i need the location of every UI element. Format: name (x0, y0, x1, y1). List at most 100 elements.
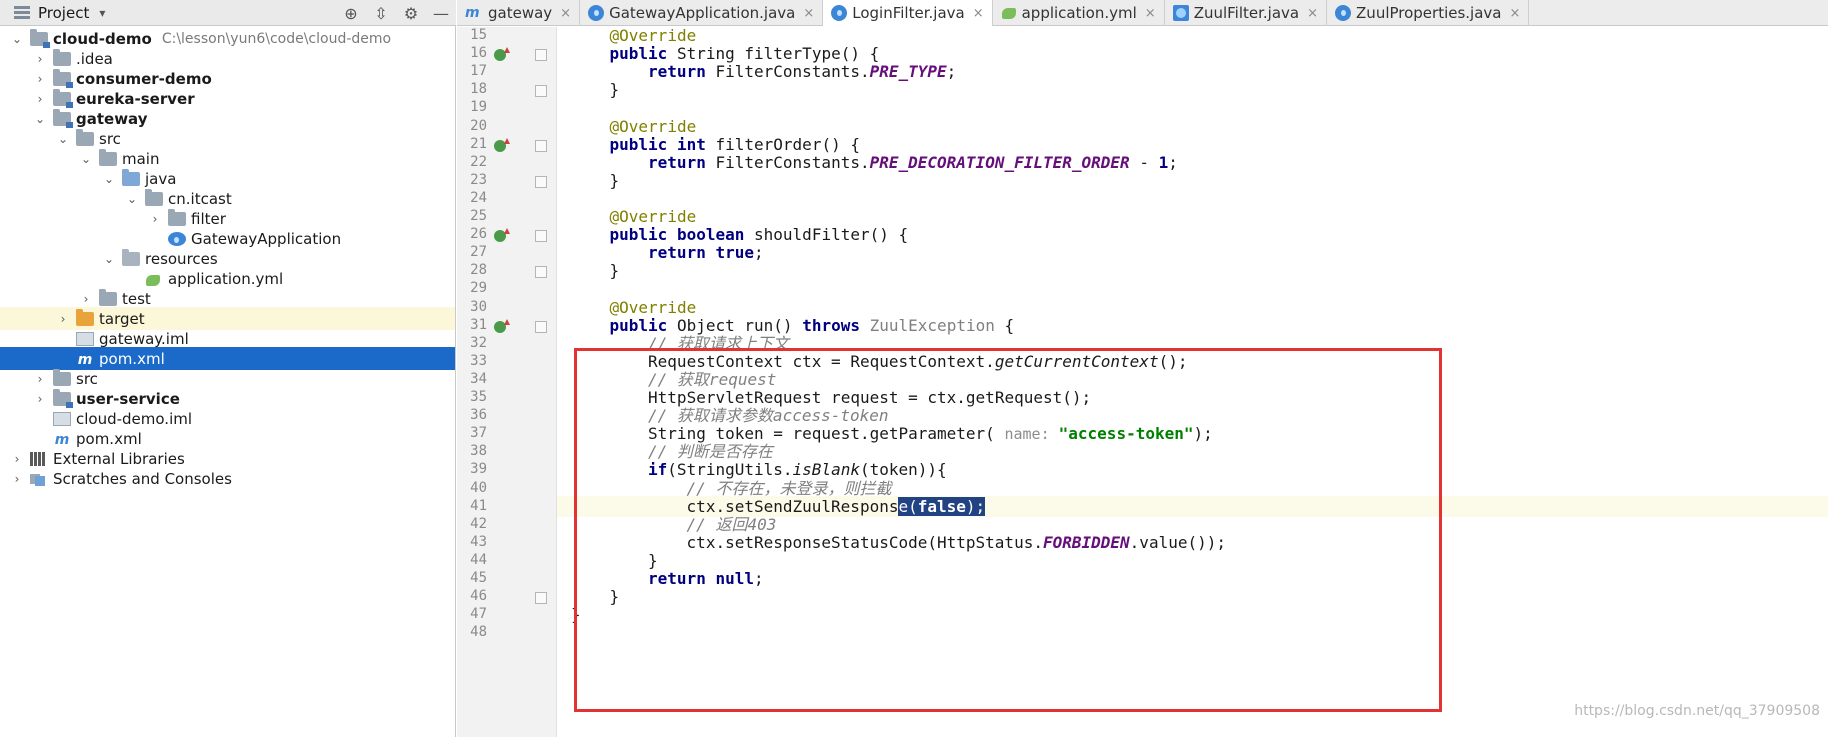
yaml-file-icon (1001, 5, 1017, 21)
java-class-icon (1335, 5, 1352, 21)
chevron-right-icon[interactable]: › (33, 392, 47, 406)
close-icon[interactable]: × (1145, 6, 1156, 21)
project-path: C:\lesson\yun6\code\cloud-demo (161, 30, 392, 47)
chevron-right-icon[interactable]: › (33, 92, 47, 106)
folder-icon (53, 368, 71, 386)
java-class-icon (168, 231, 186, 246)
collapse-all-icon[interactable]: ⇳ (366, 4, 396, 23)
java-class-icon (588, 5, 605, 21)
minimize-icon[interactable]: — (426, 4, 456, 23)
close-icon[interactable]: × (1510, 6, 1521, 21)
chevron-down-icon[interactable]: ⌄ (10, 32, 24, 46)
tree-item-label: user-service (76, 389, 180, 408)
override-method-icon[interactable] (494, 47, 510, 62)
line-number: 48 (470, 624, 487, 641)
chevron-right-icon[interactable]: › (10, 472, 24, 486)
watermark: https://blog.csdn.net/qq_37909508 (1574, 703, 1820, 719)
source-folder-icon (122, 168, 140, 186)
tree-item-label: target (99, 309, 145, 328)
chevron-down-icon[interactable]: ⌄ (102, 252, 116, 266)
module-folder-icon (53, 88, 73, 108)
yaml-file-icon (145, 272, 163, 286)
tree-item-label: GatewayApplication (191, 229, 342, 248)
chevron-down-icon[interactable]: ⌄ (102, 172, 116, 186)
chevron-right-icon[interactable]: › (33, 372, 47, 386)
locate-target-icon[interactable]: ⊕ (336, 4, 366, 23)
folder-icon (76, 128, 94, 146)
code-token: FilterConstants. (715, 152, 870, 172)
tree-item-label: pom.xml (76, 429, 142, 448)
code-token: return true (648, 243, 754, 263)
code-token: } (571, 605, 581, 625)
project-panel-title[interactable]: Project (38, 4, 89, 22)
chevron-right-icon[interactable]: › (33, 52, 47, 66)
code-token: getCurrentContext (994, 351, 1159, 371)
chevron-down-icon[interactable]: ⌄ (56, 132, 70, 146)
fold-marker-icon[interactable] (535, 320, 547, 333)
code-token: } (609, 261, 620, 281)
tab-label: gateway (488, 4, 553, 22)
tab-application-yml[interactable]: application.yml × (993, 0, 1165, 26)
module-folder-icon (53, 68, 73, 88)
tree-item-label: gateway.iml (99, 329, 189, 348)
chevron-right-icon[interactable]: › (148, 212, 162, 226)
chevron-down-icon[interactable]: ⌄ (125, 192, 139, 206)
close-icon[interactable]: × (1307, 6, 1318, 21)
override-method-icon[interactable] (494, 318, 510, 333)
fold-marker-icon[interactable] (535, 592, 547, 605)
tree-item-label: .idea (76, 49, 113, 68)
override-method-icon[interactable] (494, 228, 510, 243)
chevron-down-icon[interactable]: ⌄ (79, 152, 93, 166)
chevron-right-icon[interactable]: › (33, 72, 47, 86)
tree-item-label: java (145, 169, 177, 188)
chevron-right-icon[interactable]: › (79, 292, 93, 306)
code-token: ; (946, 62, 957, 82)
code-editor[interactable]: 15 16 17 18 19 20 21 22 23 24 25 26 27 28 29 30 31 32 33 34… (457, 26, 1828, 737)
code-token: } (609, 170, 620, 190)
chevron-down-icon[interactable]: ▾ (99, 6, 105, 20)
fold-marker-icon[interactable] (535, 230, 547, 243)
module-folder-icon (53, 388, 73, 408)
tab-gatewayapplication-java[interactable]: GatewayApplication.java × (580, 0, 824, 26)
override-method-icon[interactable] (494, 137, 510, 152)
chevron-down-icon[interactable]: ⌄ (33, 112, 47, 126)
fold-marker-icon[interactable] (535, 175, 547, 188)
tree-item-label: Scratches and Consoles (53, 469, 232, 488)
code-area[interactable]: @Override public String filterType() {ret… (557, 26, 1828, 737)
chevron-right-icon[interactable]: › (10, 452, 24, 466)
close-icon[interactable]: × (560, 6, 571, 21)
code-token: PRE_DECORATION_FILTER_ORDER (869, 152, 1130, 172)
close-icon[interactable]: × (803, 6, 814, 21)
tab-loginfilter-java[interactable]: LoginFilter.java × (823, 0, 993, 26)
code-token: return null (648, 569, 754, 588)
code-token: } (609, 80, 620, 100)
code-line[interactable]: return FilterConstants.PRE_DECORATION_FI… (557, 152, 1178, 173)
code-line[interactable] (557, 622, 571, 643)
close-icon[interactable]: × (973, 6, 984, 21)
gear-icon[interactable]: ⚙ (396, 4, 426, 23)
tree-item-label: consumer-demo (76, 69, 212, 88)
fold-marker-icon[interactable] (535, 266, 547, 279)
code-token: - (1129, 152, 1159, 172)
fold-marker-icon[interactable] (535, 49, 547, 62)
tab-gateway[interactable]: m gateway × (457, 0, 581, 26)
code-token: "access-token" (1058, 424, 1194, 444)
code-token: throws (802, 315, 870, 335)
chevron-right-icon[interactable]: › (56, 312, 70, 326)
code-token: ctx.setResponseStatusCode(HttpStatus. (686, 532, 1043, 552)
editor-tab-bar: m gateway × GatewayApplication.java × LoginFi… (457, 0, 1828, 26)
code-token: 1 (1158, 152, 1169, 172)
code-token: shouldFilter() { (754, 225, 909, 245)
tree-item-label: test (122, 289, 151, 308)
folder-icon (53, 48, 71, 66)
tree-item-scratches-and-consoles[interactable]: › Scratches and Consoles (0, 467, 455, 490)
tree-item-label: pom.xml (99, 349, 165, 368)
tab-zuulfilter-java[interactable]: ZuulFilter.java × (1165, 0, 1328, 26)
fold-marker-icon[interactable] (535, 85, 547, 98)
code-token: ZuulException (869, 315, 1005, 335)
tab-zuulproperties-java[interactable]: ZuulProperties.java × (1327, 0, 1530, 26)
tree-item-label: main (122, 149, 160, 168)
code-token: false (917, 496, 966, 516)
tree-item-label: cloud-demo (53, 29, 152, 48)
fold-marker-icon[interactable] (535, 139, 547, 152)
